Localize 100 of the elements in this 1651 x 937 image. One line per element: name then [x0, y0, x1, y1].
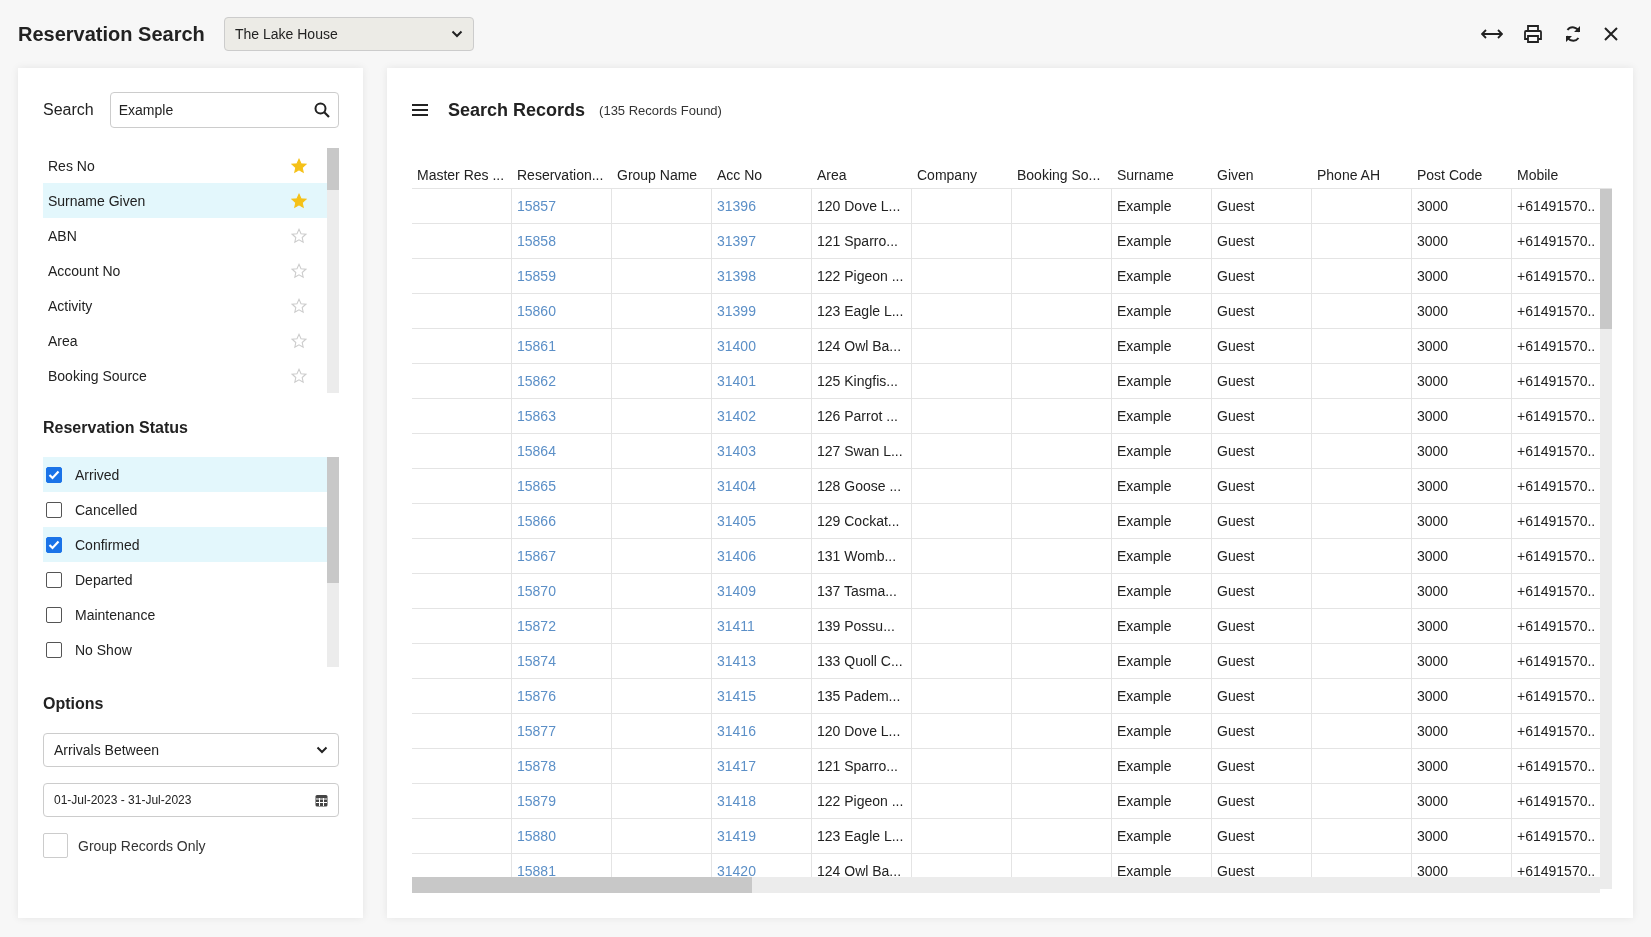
- record-link[interactable]: 31417: [717, 758, 756, 774]
- status-option[interactable]: Maintenance: [43, 597, 327, 632]
- column-header[interactable]: Group Name: [612, 167, 712, 183]
- search-field-option[interactable]: Booking Source: [43, 358, 327, 393]
- checkbox[interactable]: [46, 641, 62, 658]
- record-link[interactable]: 31402: [717, 408, 756, 424]
- record-link[interactable]: 15878: [517, 758, 556, 774]
- scrollbar[interactable]: [412, 877, 1600, 893]
- record-link[interactable]: 15874: [517, 653, 556, 669]
- table-cell: Guest: [1217, 303, 1255, 319]
- status-label: Departed: [75, 571, 133, 588]
- checkbox[interactable]: [46, 466, 62, 483]
- record-link[interactable]: 15881: [517, 863, 556, 879]
- date-range-field[interactable]: 01-Jul-2023 - 31-Jul-2023: [43, 783, 339, 817]
- record-link[interactable]: 31416: [717, 723, 756, 739]
- star-icon[interactable]: [291, 262, 307, 279]
- record-link[interactable]: 15862: [517, 373, 556, 389]
- record-link[interactable]: 31419: [717, 828, 756, 844]
- scrollbar[interactable]: [327, 457, 339, 667]
- checkbox[interactable]: [46, 536, 62, 553]
- checkbox[interactable]: [46, 501, 62, 518]
- column-header[interactable]: Acc No: [712, 167, 812, 183]
- star-icon[interactable]: [291, 227, 307, 244]
- record-link[interactable]: 31415: [717, 688, 756, 704]
- star-icon[interactable]: [291, 297, 307, 314]
- table-cell: Example: [1117, 688, 1172, 704]
- checkbox[interactable]: [46, 571, 62, 588]
- column-header[interactable]: Post Code: [1412, 167, 1512, 183]
- record-link[interactable]: 15863: [517, 408, 556, 424]
- status-option[interactable]: Arrived: [43, 457, 327, 492]
- record-link[interactable]: 15859: [517, 268, 556, 284]
- record-link[interactable]: 31406: [717, 548, 756, 564]
- table-cell: 124 Owl Ba...: [817, 338, 902, 354]
- column-header[interactable]: Area: [812, 167, 912, 183]
- status-option[interactable]: Confirmed: [43, 527, 327, 562]
- filter-select[interactable]: Arrivals Between: [43, 733, 339, 767]
- record-link[interactable]: 31399: [717, 303, 756, 319]
- table-cell: 137 Tasma...: [817, 583, 897, 599]
- table-cell: 131 Womb...: [817, 548, 897, 564]
- star-icon[interactable]: [291, 332, 307, 349]
- menu-icon[interactable]: [412, 103, 428, 117]
- close-icon[interactable]: [1603, 26, 1619, 42]
- search-field-option[interactable]: Surname Given: [43, 183, 327, 218]
- column-header[interactable]: Reservation...: [512, 167, 612, 183]
- search-field-option[interactable]: Account No: [43, 253, 327, 288]
- record-link[interactable]: 15865: [517, 478, 556, 494]
- checkbox[interactable]: [46, 606, 62, 623]
- section-title: Options: [43, 695, 105, 713]
- column-header[interactable]: Phone AH: [1312, 167, 1412, 183]
- column-header[interactable]: Surname: [1112, 167, 1212, 183]
- record-link[interactable]: 31405: [717, 513, 756, 529]
- search-field-option[interactable]: Res No: [43, 148, 327, 183]
- record-link[interactable]: 31401: [717, 373, 756, 389]
- record-link[interactable]: 15864: [517, 443, 556, 459]
- record-link[interactable]: 15880: [517, 828, 556, 844]
- print-icon[interactable]: [1523, 24, 1543, 44]
- column-header[interactable]: Given: [1212, 167, 1312, 183]
- record-link[interactable]: 31409: [717, 583, 756, 599]
- column-header[interactable]: Booking So...: [1012, 167, 1112, 183]
- record-link[interactable]: 31397: [717, 233, 756, 249]
- record-link[interactable]: 15879: [517, 793, 556, 809]
- record-link[interactable]: 31418: [717, 793, 756, 809]
- status-option[interactable]: Cancelled: [43, 492, 327, 527]
- column-header[interactable]: Mobile: [1512, 167, 1612, 183]
- refresh-icon[interactable]: [1563, 24, 1583, 44]
- record-link[interactable]: 31403: [717, 443, 756, 459]
- record-link[interactable]: 15861: [517, 338, 556, 354]
- status-option[interactable]: Departed: [43, 562, 327, 597]
- record-link[interactable]: 15876: [517, 688, 556, 704]
- column-header[interactable]: Master Res ...: [412, 167, 512, 183]
- scrollbar[interactable]: [327, 148, 339, 393]
- record-link[interactable]: 15870: [517, 583, 556, 599]
- record-link[interactable]: 15867: [517, 548, 556, 564]
- star-icon[interactable]: [291, 157, 307, 174]
- column-header[interactable]: Company: [912, 167, 1012, 183]
- star-icon[interactable]: [291, 192, 307, 209]
- search-field-option[interactable]: Activity: [43, 288, 327, 323]
- record-link[interactable]: 15857: [517, 198, 556, 214]
- record-link[interactable]: 15866: [517, 513, 556, 529]
- record-link[interactable]: 31400: [717, 338, 756, 354]
- search-field-option[interactable]: ABN: [43, 218, 327, 253]
- record-link[interactable]: 15858: [517, 233, 556, 249]
- record-link[interactable]: 31413: [717, 653, 756, 669]
- table-cell: 3000: [1417, 478, 1449, 494]
- record-link[interactable]: 31396: [717, 198, 756, 214]
- property-select[interactable]: The Lake House: [224, 17, 474, 51]
- record-link[interactable]: 31420: [717, 863, 756, 879]
- status-option[interactable]: No Show: [43, 632, 327, 667]
- search-field[interactable]: Example: [109, 92, 339, 128]
- record-link[interactable]: 15872: [517, 618, 556, 634]
- scrollbar[interactable]: [1600, 189, 1612, 889]
- record-link[interactable]: 15877: [517, 723, 556, 739]
- expand-width-icon[interactable]: [1481, 27, 1503, 41]
- record-link[interactable]: 31411: [717, 618, 755, 634]
- search-field-option[interactable]: Area: [43, 323, 327, 358]
- record-link[interactable]: 31404: [717, 478, 756, 494]
- table-cell: Guest: [1217, 478, 1255, 494]
- record-link[interactable]: 15860: [517, 303, 556, 319]
- star-icon[interactable]: [291, 367, 307, 384]
- record-link[interactable]: 31398: [717, 268, 756, 284]
